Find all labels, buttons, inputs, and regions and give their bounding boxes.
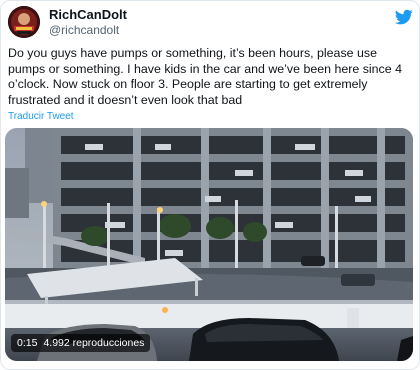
tweet-text: Do you guys have pumps or something, it’… — [8, 46, 402, 107]
video-player[interactable] — [5, 128, 413, 361]
video-duration: 0:15 — [17, 337, 38, 349]
video-view-count: 4.992 reproducciones — [43, 337, 145, 349]
translate-tweet-link[interactable]: Traducir Tweet — [8, 111, 74, 122]
twitter-bird-icon[interactable] — [394, 8, 413, 26]
tweet-card[interactable]: RichCanDolt @richcandolt Do you guys hav… — [0, 0, 420, 370]
avatar[interactable] — [8, 6, 40, 38]
display-name[interactable]: RichCanDolt — [49, 7, 127, 22]
profile-avatar — [8, 6, 40, 38]
video-thumbnail — [5, 128, 413, 361]
user-handle[interactable]: @richcandolt — [49, 23, 119, 37]
video-stats-badge: 0:15 4.992 reproducciones — [11, 334, 151, 352]
